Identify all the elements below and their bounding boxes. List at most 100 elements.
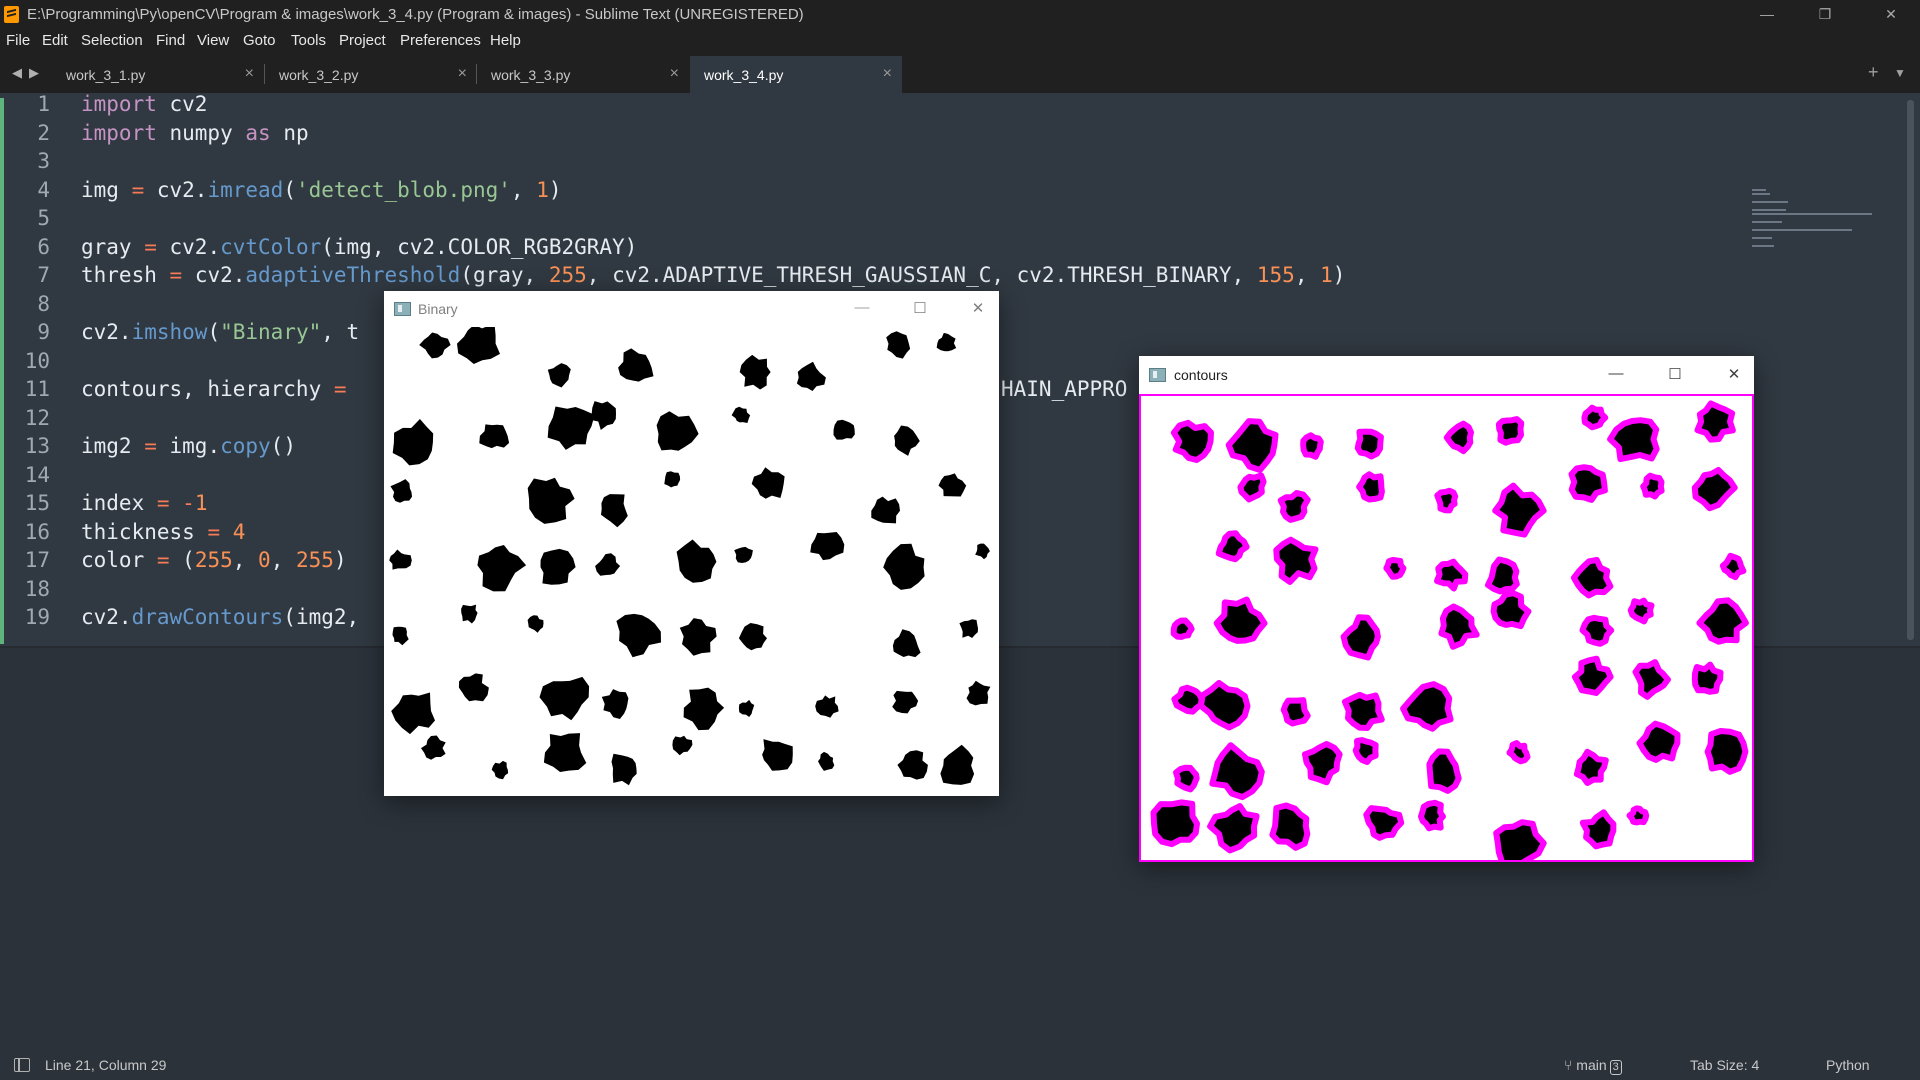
blob-shape <box>618 348 654 382</box>
git-branch[interactable]: ⑂ main 3 <box>1564 1057 1622 1075</box>
contour-blob <box>1691 661 1724 695</box>
blob-shape <box>389 549 412 570</box>
line-number: 8 <box>37 291 50 316</box>
line-number: 19 <box>24 605 50 629</box>
line-number: 6 <box>37 234 50 259</box>
blob-shape <box>611 753 637 786</box>
binary-window-titlebar[interactable]: Binary — ☐ ✕ <box>384 291 999 327</box>
line-number: 12 <box>24 405 50 430</box>
contour-blob <box>1277 490 1311 523</box>
syntax-mode[interactable]: Python <box>1826 1057 1870 1073</box>
tab-work-3-4[interactable]: work_3_4.py × <box>690 56 902 93</box>
minimize-button[interactable]: — <box>842 299 882 316</box>
contour-blob <box>1627 597 1655 625</box>
menu-edit[interactable]: Edit <box>42 32 68 49</box>
blob-shape <box>892 690 919 714</box>
contour-blob <box>1170 617 1195 640</box>
blob-shape <box>751 467 785 499</box>
blob-shape <box>936 332 957 352</box>
vertical-scrollbar[interactable] <box>1907 100 1914 640</box>
line-number: 18 <box>24 576 50 601</box>
menu-view[interactable]: View <box>197 32 229 49</box>
contour-blob <box>1694 400 1736 443</box>
contour-blob <box>1719 552 1747 581</box>
menu-project[interactable]: Project <box>339 32 386 49</box>
menu-file[interactable]: File <box>6 32 30 49</box>
contour-blob <box>1418 799 1446 832</box>
tab-divider <box>476 64 477 84</box>
tab-work-3-1[interactable]: work_3_1.py × <box>52 56 264 93</box>
tab-forward-icon[interactable]: ▶ <box>29 65 39 81</box>
blob-shape <box>457 327 500 364</box>
tab-dropdown-icon[interactable]: ▼ <box>1894 66 1906 80</box>
blob-shape <box>527 477 575 524</box>
minimize-button[interactable]: — <box>1738 0 1796 29</box>
blob-shape <box>796 361 826 391</box>
contour-blob <box>1340 614 1381 661</box>
line-number: 5 <box>37 206 50 230</box>
maximize-button[interactable]: ☐ <box>1655 365 1695 383</box>
blob-shape <box>672 735 693 756</box>
tab-size[interactable]: Tab Size: 4 <box>1690 1057 1759 1073</box>
contour-blob <box>1352 737 1379 765</box>
contour-blob <box>1269 802 1311 851</box>
menu-help[interactable]: Help <box>490 32 521 49</box>
tab-close-icon[interactable]: × <box>670 65 679 83</box>
blob-shape <box>527 615 544 633</box>
code-line: img = cv2.imread('detect_blob.png', 1) <box>81 177 562 202</box>
restore-button[interactable]: ❐ <box>1796 0 1854 29</box>
contour-blob <box>1696 597 1749 645</box>
contour-blob <box>1640 472 1665 500</box>
blob-shape <box>461 604 478 624</box>
menu-goto[interactable]: Goto <box>243 32 276 49</box>
blob-shape <box>601 689 629 719</box>
blob-shape <box>539 676 590 721</box>
new-tab-icon[interactable]: + <box>1868 62 1879 83</box>
blob-shape <box>959 619 978 638</box>
contour-blob <box>1443 420 1474 455</box>
menu-find[interactable]: Find <box>156 32 185 49</box>
close-button[interactable]: ✕ <box>1862 0 1920 29</box>
contour-blob <box>1280 697 1311 727</box>
tab-back-icon[interactable]: ◀ <box>12 65 22 81</box>
blob-shape <box>738 699 755 717</box>
contour-blob <box>1302 741 1343 786</box>
contour-blob <box>1237 472 1267 503</box>
menu-tools[interactable]: Tools <box>291 32 326 49</box>
contour-blob <box>1383 557 1407 580</box>
contour-blob <box>1213 596 1268 644</box>
tab-close-icon[interactable]: × <box>458 65 467 83</box>
sidebar-toggle-icon[interactable] <box>14 1058 30 1072</box>
menu-preferences[interactable]: Preferences <box>400 32 481 49</box>
code-line: thickness = 4 <box>81 519 246 544</box>
blob-shape <box>940 744 975 785</box>
tab-work-3-3[interactable]: work_3_3.py × <box>477 56 689 93</box>
close-button[interactable]: ✕ <box>958 299 998 317</box>
line-number: 2 <box>37 120 50 145</box>
blob-shape <box>664 471 681 488</box>
blob-shape <box>683 687 725 731</box>
blob-shape <box>762 739 793 771</box>
blob-shape <box>477 545 527 592</box>
tab-close-icon[interactable]: × <box>883 65 892 83</box>
branch-icon: ⑂ <box>1564 1057 1573 1073</box>
contours-window[interactable]: contours — ☐ ✕ <box>1139 356 1754 862</box>
minimap[interactable] <box>1752 189 1892 249</box>
contours-window-titlebar[interactable]: contours — ☐ ✕ <box>1139 356 1754 394</box>
contour-blob <box>1225 418 1279 473</box>
minimize-button[interactable]: — <box>1596 365 1636 382</box>
blob-shape <box>676 539 717 583</box>
maximize-button[interactable]: ☐ <box>900 299 940 317</box>
contour-blob <box>1490 590 1532 630</box>
tab-work-3-2[interactable]: work_3_2.py × <box>265 56 477 93</box>
tab-label: work_3_1.py <box>66 67 146 83</box>
binary-window[interactable]: Binary — ☐ ✕ <box>384 291 999 796</box>
code-line: cv2.imshow("Binary", t <box>81 320 360 344</box>
close-button[interactable]: ✕ <box>1714 365 1754 383</box>
code-line: img2 = img.copy() <box>81 434 296 458</box>
blob-shape <box>458 673 489 702</box>
tab-close-icon[interactable]: × <box>245 65 254 83</box>
contour-blob <box>1506 740 1531 765</box>
menu-selection[interactable]: Selection <box>81 32 143 49</box>
blob-shape <box>731 406 751 423</box>
